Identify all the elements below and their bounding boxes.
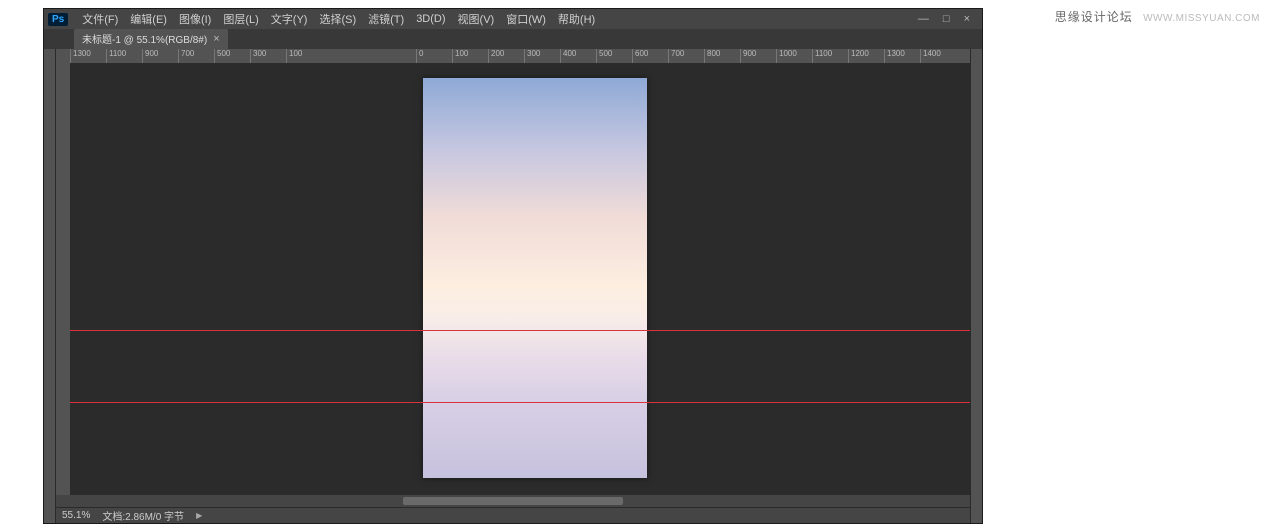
ruler-horizontal[interactable]: 1300 1100 900 700 500 300 100 0 100 200 … bbox=[56, 49, 970, 63]
ruler-tick: 200 bbox=[488, 49, 504, 63]
menu-help[interactable]: 帮助(H) bbox=[552, 11, 601, 27]
canvas-row bbox=[56, 63, 970, 495]
menu-filter[interactable]: 滤镜(T) bbox=[362, 11, 410, 27]
workspace: 1300 1100 900 700 500 300 100 0 100 200 … bbox=[44, 49, 982, 523]
ruler-tick: 1100 bbox=[812, 49, 832, 63]
status-arrow-icon[interactable]: ▶ bbox=[196, 511, 202, 520]
ruler-tick: 500 bbox=[214, 49, 230, 63]
document-tabbar: 未标题-1 @ 55.1%(RGB/8#) × bbox=[44, 29, 982, 49]
photoshop-window: Ps 文件(F) 编辑(E) 图像(I) 图层(L) 文字(Y) 选择(S) 滤… bbox=[43, 8, 983, 524]
minimize-button[interactable]: — bbox=[916, 13, 931, 25]
menu-file[interactable]: 文件(F) bbox=[76, 11, 124, 27]
scroll-thumb[interactable] bbox=[403, 497, 622, 505]
tab-close-icon[interactable]: × bbox=[213, 33, 219, 45]
maximize-button[interactable]: □ bbox=[941, 13, 952, 25]
ruler-tick: 100 bbox=[286, 49, 302, 63]
ruler-tick: 1200 bbox=[848, 49, 869, 63]
ruler-tick: 800 bbox=[704, 49, 720, 63]
ruler-tick: 100 bbox=[452, 49, 468, 63]
watermark-en: WWW.MISSYUAN.COM bbox=[1143, 13, 1260, 24]
document-tab[interactable]: 未标题-1 @ 55.1%(RGB/8#) × bbox=[74, 28, 228, 49]
artboard[interactable] bbox=[423, 78, 647, 478]
status-doc-info[interactable]: 文档:2.86M/0 字节 bbox=[102, 508, 184, 523]
menu-view[interactable]: 视图(V) bbox=[452, 11, 501, 27]
ruler-tick: 0 bbox=[416, 49, 423, 63]
menu-window[interactable]: 窗口(W) bbox=[500, 11, 552, 27]
menu-type[interactable]: 文字(Y) bbox=[265, 11, 314, 27]
ruler-tick: 300 bbox=[524, 49, 540, 63]
window-controls: — □ × bbox=[916, 13, 978, 25]
statusbar: 55.1% 文档:2.86M/0 字节 ▶ bbox=[56, 507, 970, 523]
ps-logo-icon: Ps bbox=[48, 13, 68, 26]
left-tool-strip[interactable] bbox=[44, 49, 56, 523]
ruler-tick: 1000 bbox=[776, 49, 797, 63]
menu-layer[interactable]: 图层(L) bbox=[217, 11, 264, 27]
ruler-tick: 700 bbox=[668, 49, 684, 63]
canvas-area: 1300 1100 900 700 500 300 100 0 100 200 … bbox=[56, 49, 970, 523]
right-panel-strip[interactable] bbox=[970, 49, 982, 523]
ruler-tick: 700 bbox=[178, 49, 194, 63]
ruler-tick: 500 bbox=[596, 49, 612, 63]
menu-3d[interactable]: 3D(D) bbox=[410, 13, 451, 25]
menu-select[interactable]: 选择(S) bbox=[313, 11, 362, 27]
ruler-tick: 1100 bbox=[106, 49, 126, 63]
scrollbar-horizontal[interactable] bbox=[56, 495, 970, 507]
status-zoom[interactable]: 55.1% bbox=[62, 510, 90, 521]
ruler-tick: 1400 bbox=[920, 49, 941, 63]
menubar: Ps 文件(F) 编辑(E) 图像(I) 图层(L) 文字(Y) 选择(S) 滤… bbox=[44, 9, 982, 29]
close-button[interactable]: × bbox=[962, 13, 972, 25]
ruler-tick: 400 bbox=[560, 49, 576, 63]
ruler-tick: 600 bbox=[632, 49, 648, 63]
menu-edit[interactable]: 编辑(E) bbox=[124, 11, 173, 27]
menu-image[interactable]: 图像(I) bbox=[173, 11, 217, 27]
watermark: 思缘设计论坛 WWW.MISSYUAN.COM bbox=[1055, 8, 1260, 25]
document-tab-title: 未标题-1 @ 55.1%(RGB/8#) bbox=[82, 31, 207, 46]
canvas-viewport[interactable] bbox=[70, 63, 970, 495]
ruler-tick: 900 bbox=[740, 49, 756, 63]
ruler-tick: 900 bbox=[142, 49, 158, 63]
ruler-tick: 1300 bbox=[70, 49, 91, 63]
ruler-tick: 300 bbox=[250, 49, 266, 63]
ruler-vertical[interactable] bbox=[56, 63, 70, 495]
watermark-cn: 思缘设计论坛 bbox=[1055, 10, 1133, 24]
ruler-tick: 1300 bbox=[884, 49, 905, 63]
